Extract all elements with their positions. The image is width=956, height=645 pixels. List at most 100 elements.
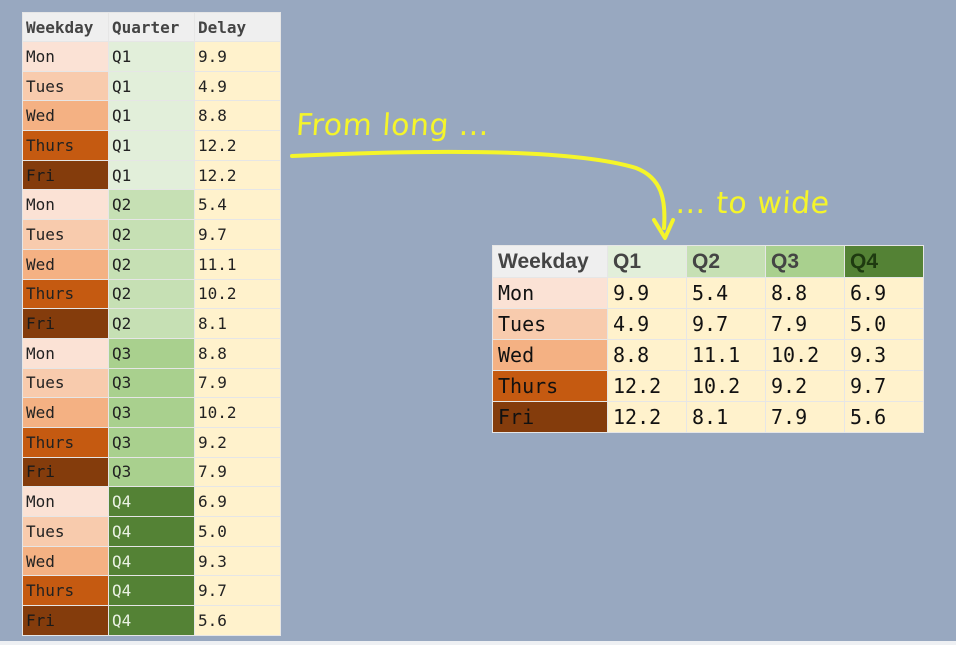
quarter-cell: Q2 — [108, 278, 195, 310]
weekday-cell: Wed — [22, 100, 109, 132]
delay-cell: 12.2 — [194, 130, 281, 161]
wide-table-header-row: Weekday Q1 Q2 Q3 Q4 — [492, 245, 924, 278]
delay-cell: 5.6 — [194, 605, 281, 636]
wide-header-quarter: Q3 — [765, 245, 845, 278]
wide-table-row: Tues 4.9 9.7 7.9 5.0 — [492, 308, 924, 340]
wide-header-quarter: Q2 — [686, 245, 766, 278]
delay-cell: 5.4 — [686, 277, 766, 309]
delay-cell: 10.2 — [194, 397, 281, 428]
wide-header-quarter: Q1 — [607, 245, 687, 278]
delay-cell: 9.3 — [844, 339, 924, 371]
delay-cell: 4.9 — [607, 308, 687, 340]
quarter-cell: Q2 — [108, 219, 195, 250]
delay-cell: 8.1 — [194, 308, 281, 339]
delay-cell: 4.9 — [194, 70, 281, 102]
long-table-row: Thurs Q1 12.2 — [22, 130, 281, 161]
quarter-cell: Q4 — [108, 605, 195, 636]
long-table-row: Tues Q3 7.9 — [22, 367, 281, 399]
weekday-cell: Wed — [22, 397, 109, 428]
long-table-row: Mon Q3 8.8 — [22, 337, 281, 369]
delay-cell: 7.9 — [194, 456, 281, 488]
delay-cell: 9.7 — [686, 308, 766, 340]
delay-cell: 5.6 — [844, 401, 924, 433]
quarter-cell: Q1 — [108, 159, 195, 191]
delay-cell: 9.2 — [194, 426, 281, 458]
weekday-cell: Tues — [492, 308, 608, 340]
long-header-quarter: Quarter — [108, 12, 195, 42]
long-table-row: Fri Q1 12.2 — [22, 159, 281, 191]
wide-table-row: Wed 8.8 11.1 10.2 9.3 — [492, 339, 924, 371]
long-table-header-row: Weekday Quarter Delay — [22, 12, 281, 42]
long-table-row: Tues Q1 4.9 — [22, 70, 281, 102]
weekday-cell: Tues — [22, 219, 109, 250]
quarter-cell: Q3 — [108, 367, 195, 399]
weekday-cell: Thurs — [22, 278, 109, 310]
weekday-cell: Thurs — [492, 370, 608, 402]
wide-header-quarter: Q4 — [844, 245, 924, 278]
delay-cell: 9.7 — [194, 575, 281, 607]
delay-cell: 12.2 — [607, 401, 687, 433]
delay-cell: 6.9 — [194, 486, 281, 517]
weekday-cell: Mon — [22, 486, 109, 517]
long-table-row: Wed Q3 10.2 — [22, 397, 281, 428]
quarter-cell: Q3 — [108, 426, 195, 458]
weekday-cell: Fri — [22, 605, 109, 636]
long-table-row: Tues Q4 5.0 — [22, 516, 281, 547]
quarter-cell: Q2 — [108, 308, 195, 339]
quarter-cell: Q2 — [108, 248, 195, 280]
delay-cell: 5.0 — [844, 308, 924, 340]
quarter-cell: Q2 — [108, 189, 195, 221]
weekday-cell: Mon — [492, 277, 608, 309]
delay-cell: 12.2 — [194, 159, 281, 191]
long-table-row: Wed Q2 11.1 — [22, 248, 281, 280]
delay-cell: 9.7 — [194, 219, 281, 250]
weekday-cell: Mon — [22, 41, 109, 72]
weekday-cell: Wed — [492, 339, 608, 371]
quarter-cell: Q1 — [108, 130, 195, 161]
long-table-row: Thurs Q3 9.2 — [22, 426, 281, 458]
quarter-cell: Q1 — [108, 100, 195, 132]
quarter-cell: Q1 — [108, 70, 195, 102]
quarter-cell: Q4 — [108, 516, 195, 547]
weekday-cell: Wed — [22, 545, 109, 577]
weekday-cell: Thurs — [22, 575, 109, 607]
annotation-from-long: From long ... — [294, 108, 491, 143]
quarter-cell: Q4 — [108, 545, 195, 577]
delay-cell: 12.2 — [607, 370, 687, 402]
delay-cell: 9.7 — [844, 370, 924, 402]
delay-cell: 9.9 — [194, 41, 281, 72]
long-table-row: Mon Q1 9.9 — [22, 41, 281, 72]
delay-cell: 7.9 — [765, 308, 845, 340]
long-table-row: Tues Q2 9.7 — [22, 219, 281, 250]
weekday-cell: Tues — [22, 70, 109, 102]
delay-cell: 8.8 — [607, 339, 687, 371]
weekday-cell: Tues — [22, 516, 109, 547]
wide-table-body: Mon 9.9 5.4 8.8 6.9 Tues 4.9 9.7 7.9 5.0 Wed 8.8 11.… — [492, 277, 924, 433]
wide-header-weekday: Weekday — [492, 245, 608, 278]
long-table-row: Mon Q4 6.9 — [22, 486, 281, 517]
delay-cell: 7.9 — [765, 401, 845, 433]
quarter-cell: Q3 — [108, 397, 195, 428]
delay-cell: 8.8 — [765, 277, 845, 309]
weekday-cell: Fri — [492, 401, 608, 433]
long-format-table: Weekday Quarter Delay Mon Q1 9.9 Tues Q1 4.9 W… — [22, 12, 281, 636]
quarter-cell: Q3 — [108, 456, 195, 488]
wide-format-table: Weekday Q1 Q2 Q3 Q4 Mon 9.9 5.4 8.8 6.9 Tues 4.9 9.… — [492, 245, 924, 433]
delay-cell: 8.8 — [194, 337, 281, 369]
annotation-to-wide: ... to wide — [674, 186, 831, 221]
long-header-weekday: Weekday — [22, 12, 109, 42]
long-table-row: Thurs Q4 9.7 — [22, 575, 281, 607]
long-table-body: Mon Q1 9.9 Tues Q1 4.9 Wed Q1 8.8 Thurs Q1 12.2 Fri Q… — [22, 41, 281, 636]
weekday-cell: Thurs — [22, 130, 109, 161]
delay-cell: 10.2 — [765, 339, 845, 371]
weekday-cell: Fri — [22, 456, 109, 488]
weekday-cell: Wed — [22, 248, 109, 280]
wide-table-row: Thurs 12.2 10.2 9.2 9.7 — [492, 370, 924, 402]
long-header-delay: Delay — [194, 12, 281, 42]
delay-cell: 10.2 — [686, 370, 766, 402]
wide-table-row: Mon 9.9 5.4 8.8 6.9 — [492, 277, 924, 309]
long-table-row: Mon Q2 5.4 — [22, 189, 281, 221]
weekday-cell: Mon — [22, 337, 109, 369]
weekday-cell: Thurs — [22, 426, 109, 458]
weekday-cell: Mon — [22, 189, 109, 221]
